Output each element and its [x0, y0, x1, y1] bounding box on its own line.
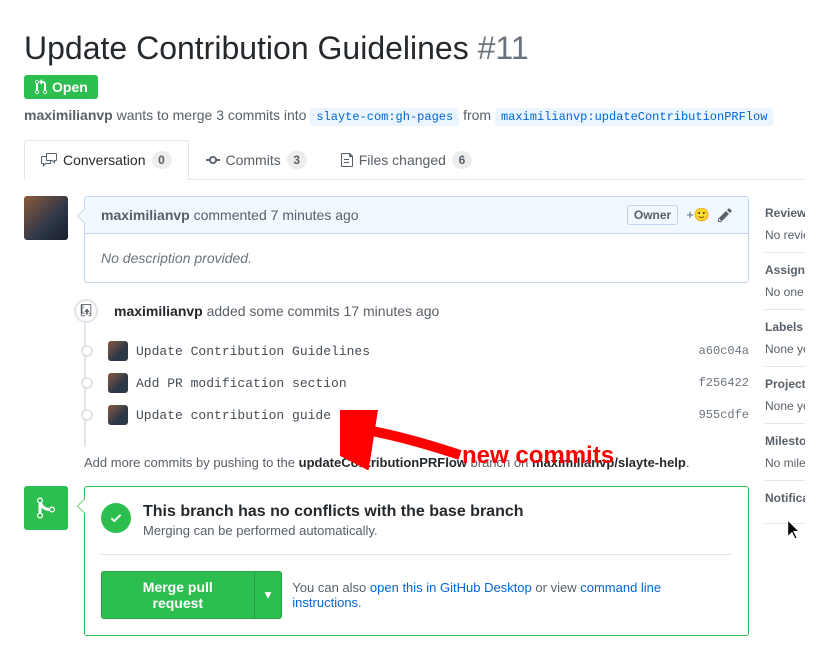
- open-desktop-link[interactable]: open this in GitHub Desktop: [370, 580, 532, 595]
- sidebar-milestone[interactable]: Milestone No milestone: [765, 424, 805, 481]
- tab-files-changed[interactable]: Files changed 6: [324, 140, 489, 179]
- commits-author[interactable]: maximilianvp: [114, 303, 203, 319]
- merge-status-subtitle: Merging can be performed automatically.: [143, 523, 524, 538]
- edit-button[interactable]: [718, 207, 732, 223]
- git-merge-icon: [36, 496, 56, 520]
- tabnav: Conversation 0 Commits 3 Files changed 6: [24, 140, 805, 180]
- commit-message-link[interactable]: Update contribution guide: [136, 408, 331, 423]
- check-icon: [101, 503, 131, 533]
- author-link[interactable]: maximilianvp: [24, 107, 113, 123]
- repo-push-icon: [74, 299, 98, 323]
- pencil-icon: [718, 207, 732, 223]
- comment-discussion-icon: [41, 152, 57, 168]
- sidebar-notifications[interactable]: Notifications: [765, 481, 805, 524]
- commit-row: Add PR modification section f256422: [108, 367, 749, 399]
- merge-icon-box: [24, 486, 68, 530]
- sidebar-reviewers[interactable]: Reviewers No reviews: [765, 196, 805, 253]
- commits-count: 3: [287, 151, 307, 169]
- merge-options-caret[interactable]: ▾: [255, 571, 283, 619]
- pr-title-text: Update Contribution Guidelines: [24, 30, 469, 66]
- avatar[interactable]: [24, 196, 68, 240]
- commits-block: maximilianvp added some commits 17 minut…: [84, 299, 749, 447]
- add-reaction-button[interactable]: +🙂: [686, 207, 710, 223]
- tab-conversation[interactable]: Conversation 0: [24, 140, 189, 180]
- owner-badge: Owner: [627, 205, 678, 225]
- avatar[interactable]: [108, 373, 128, 393]
- file-diff-icon: [341, 152, 353, 168]
- sidebar-assignees[interactable]: Assignees No one assigned: [765, 253, 805, 310]
- conversation-count: 0: [152, 151, 172, 169]
- commit-sha-link[interactable]: a60c04a: [699, 344, 749, 358]
- comment-header: maximilianvp commented 7 minutes ago Own…: [85, 197, 748, 234]
- sidebar: Reviewers No reviews Assignees No one as…: [765, 196, 805, 636]
- pr-title: Update Contribution Guidelines #11: [24, 30, 805, 67]
- state-label: Open: [52, 79, 88, 95]
- commit-sha-link[interactable]: f256422: [699, 376, 749, 390]
- files-count: 6: [452, 151, 472, 169]
- timeline-comment: maximilianvp commented 7 minutes ago Own…: [84, 196, 749, 283]
- state-badge-open: Open: [24, 75, 98, 99]
- head-branch[interactable]: maximilianvp:updateContributionPRFlow: [495, 108, 773, 126]
- merge-alternatives: You can also open this in GitHub Desktop…: [292, 580, 732, 610]
- push-hint: Add more commits by pushing to the updat…: [84, 455, 749, 470]
- tab-commits[interactable]: Commits 3: [189, 140, 324, 179]
- commit-sha-link[interactable]: 955cdfe: [699, 408, 749, 422]
- commit-row: Update Contribution Guidelines a60c04a: [108, 335, 749, 367]
- avatar[interactable]: [108, 341, 128, 361]
- commit-message-link[interactable]: Add PR modification section: [136, 376, 347, 391]
- merge-description: maximilianvp wants to merge 3 commits in…: [24, 107, 773, 124]
- commit-row: Update contribution guide 955cdfe: [108, 399, 749, 431]
- commit-message-link[interactable]: Update Contribution Guidelines: [136, 344, 370, 359]
- base-branch[interactable]: slayte-com:gh-pages: [310, 108, 459, 126]
- sidebar-labels[interactable]: Labels None yet: [765, 310, 805, 367]
- git-pull-request-icon: [34, 79, 48, 95]
- merge-box: This branch has no conflicts with the ba…: [84, 486, 749, 636]
- state-row: Open maximilianvp wants to merge 3 commi…: [24, 75, 805, 124]
- comment-timestamp: 7 minutes ago: [271, 207, 359, 223]
- avatar[interactable]: [108, 405, 128, 425]
- merge-status-title: This branch has no conflicts with the ba…: [143, 503, 524, 521]
- comment-body: No description provided.: [85, 234, 748, 282]
- sidebar-projects[interactable]: Projects None yet: [765, 367, 805, 424]
- pr-number: #11: [478, 30, 529, 66]
- merge-pull-request-button[interactable]: Merge pull request: [101, 571, 255, 619]
- git-commit-icon: [206, 152, 220, 168]
- comment-author[interactable]: maximilianvp: [101, 207, 190, 223]
